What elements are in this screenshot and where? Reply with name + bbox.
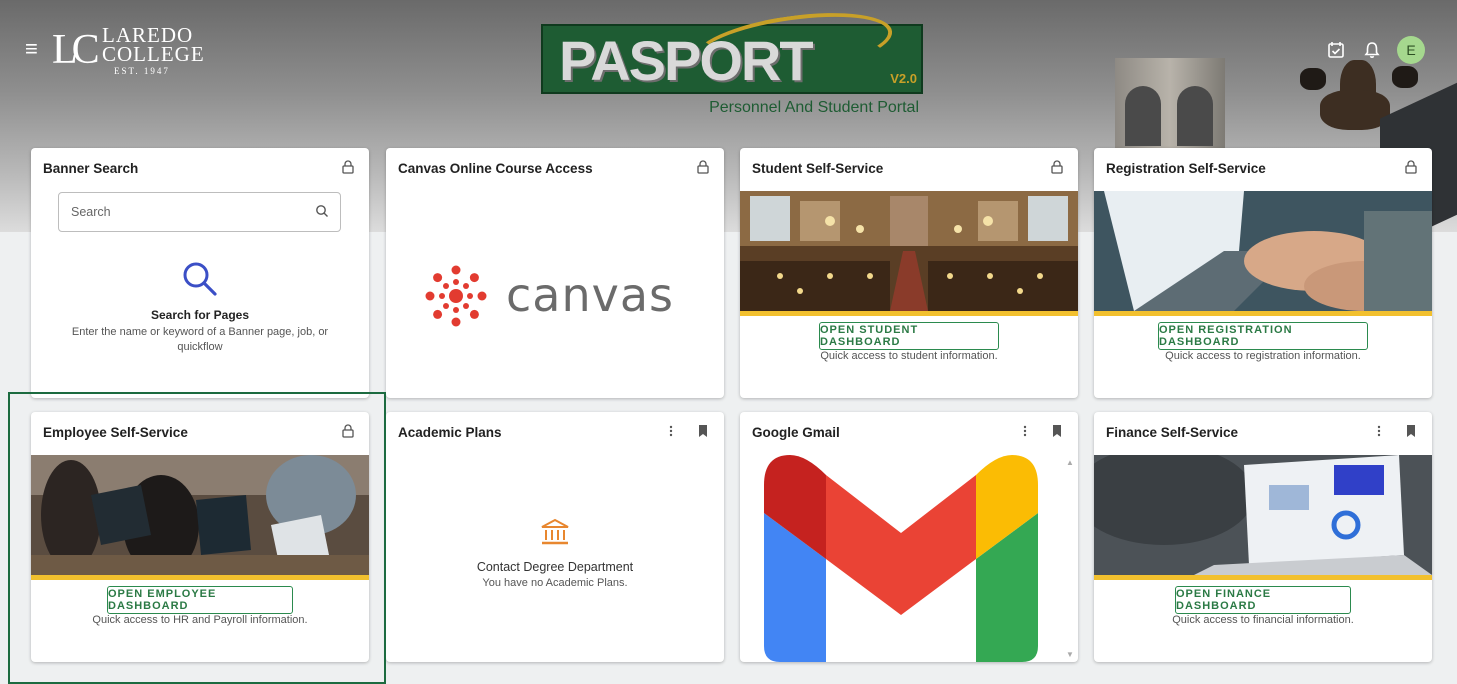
scroll-up-arrow[interactable]: ▲ <box>1066 458 1074 467</box>
card-title: Canvas Online Course Access <box>398 161 593 176</box>
card-description: Quick access to financial information. <box>1172 614 1354 626</box>
more-vertical-icon[interactable] <box>1372 423 1386 439</box>
card-title: Student Self-Service <box>752 161 884 176</box>
search-pages-heading: Search for Pages <box>150 308 250 322</box>
card-title: Academic Plans <box>398 425 502 440</box>
academic-plans-card: Academic Plans Contact Degree Department… <box>386 412 724 662</box>
registration-self-service-card: Registration Self-Service OPEN REGISTRAT… <box>1094 148 1432 398</box>
card-description: Quick access to student information. <box>820 350 998 362</box>
finance-laptop-image <box>1094 455 1432 575</box>
pasport-logo: PASPORT V2.0 <box>541 2 923 94</box>
search-pages-icon <box>181 260 219 298</box>
canvas-card[interactable]: Canvas Online Course Access canvas <box>386 148 724 398</box>
canvas-brand-text: canvas <box>506 268 675 322</box>
team-laptops-image <box>31 455 369 575</box>
header-actions: E <box>1325 36 1425 64</box>
bookmark-icon[interactable] <box>1404 423 1418 439</box>
search-pages-description: Enter the name or keyword of a Banner pa… <box>71 326 329 353</box>
open-employee-dashboard-button[interactable]: OPEN EMPLOYEE DASHBOARD <box>107 586 293 614</box>
lock-icon[interactable] <box>696 159 710 175</box>
user-avatar[interactable]: E <box>1397 36 1425 64</box>
lock-icon[interactable] <box>341 159 355 175</box>
bookmark-icon[interactable] <box>696 423 710 439</box>
laptop-typing-image <box>1094 191 1432 311</box>
lock-icon[interactable] <box>1404 159 1418 175</box>
employee-self-service-card: Employee Self-Service OPEN EMPLOYEE DASH… <box>31 412 369 662</box>
canvas-logo-icon <box>424 264 488 328</box>
bookmark-icon[interactable] <box>1050 423 1064 439</box>
card-title: Registration Self-Service <box>1106 161 1266 176</box>
more-vertical-icon[interactable] <box>1018 423 1032 439</box>
library-image <box>740 191 1078 311</box>
academic-heading: Contact Degree Department <box>476 560 634 574</box>
scroll-down-arrow[interactable]: ▼ <box>1066 650 1074 659</box>
banner-search-input[interactable] <box>58 192 341 232</box>
institution-icon <box>541 518 569 546</box>
portal-subtitle: Personnel And Student Portal <box>709 99 919 116</box>
card-title: Employee Self-Service <box>43 425 188 440</box>
search-icon[interactable] <box>315 204 331 220</box>
card-title: Banner Search <box>43 161 139 176</box>
bell-icon[interactable] <box>1361 39 1383 61</box>
lock-icon[interactable] <box>341 423 355 439</box>
more-vertical-icon[interactable] <box>664 423 678 439</box>
lock-icon[interactable] <box>1050 159 1064 175</box>
card-title: Google Gmail <box>752 425 840 440</box>
google-gmail-card: Google Gmail ▲ ▼ <box>740 412 1078 662</box>
hamburger-menu-icon[interactable]: ≡ <box>25 38 45 60</box>
academic-description: You have no Academic Plans. <box>482 577 628 589</box>
card-title: Finance Self-Service <box>1106 425 1239 440</box>
laredo-college-logo[interactable]: LC LAREDO COLLEGE EST. 1947 <box>52 22 218 78</box>
calendar-check-icon[interactable] <box>1325 39 1347 61</box>
card-description: Quick access to registration information… <box>1165 350 1361 362</box>
banner-search-card: Banner Search Search for Pages Enter the… <box>31 148 369 398</box>
finance-self-service-card: Finance Self-Service OPEN FINANCE DASHBO… <box>1094 412 1432 662</box>
open-registration-dashboard-button[interactable]: OPEN REGISTRATION DASHBOARD <box>1158 322 1368 350</box>
open-finance-dashboard-button[interactable]: OPEN FINANCE DASHBOARD <box>1175 586 1351 614</box>
open-student-dashboard-button[interactable]: OPEN STUDENT DASHBOARD <box>819 322 999 350</box>
card-description: Quick access to HR and Payroll informati… <box>92 614 308 626</box>
gmail-logo-icon[interactable] <box>764 455 1038 662</box>
student-self-service-card: Student Self-Service OPEN STUDENT DASHBO… <box>740 148 1078 398</box>
